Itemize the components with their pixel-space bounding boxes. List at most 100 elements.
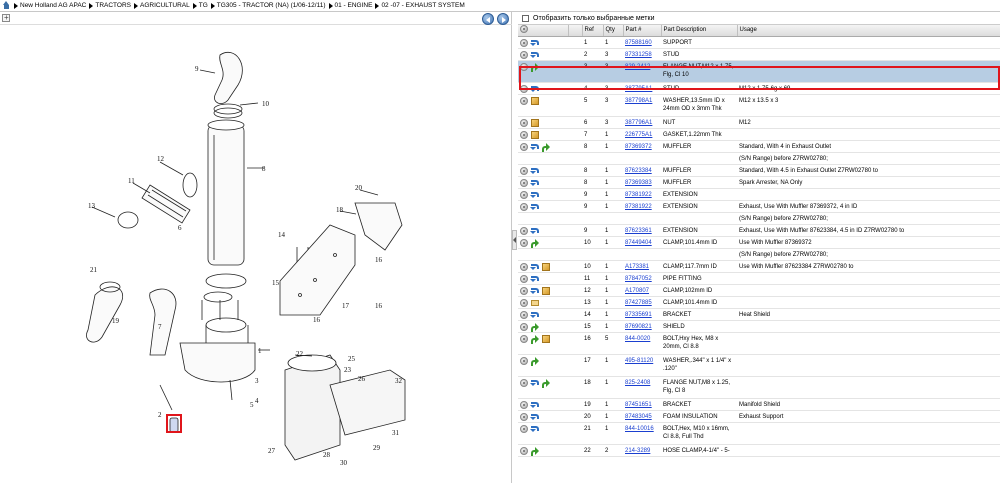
details-icon[interactable]: [520, 286, 528, 295]
zoom-in-icon[interactable]: [2, 13, 10, 22]
details-icon[interactable]: [520, 298, 528, 307]
details-icon[interactable]: [520, 96, 528, 105]
table-row[interactable]: 8 1 87369372 MUFFLER Standard, With 4 in Exh…: [518, 140, 1000, 153]
part-number-link[interactable]: 87381922: [625, 192, 652, 198]
pane-splitter[interactable]: [512, 230, 517, 250]
breadcrumb-item[interactable]: TG: [192, 2, 208, 9]
kit-box-icon[interactable]: [531, 96, 539, 105]
details-icon[interactable]: [520, 178, 528, 187]
row-part-number[interactable]: 87369383: [623, 176, 661, 189]
part-number-link[interactable]: 825-2408: [625, 380, 650, 386]
row-part-number[interactable]: [623, 212, 661, 225]
details-icon[interactable]: [520, 84, 528, 93]
row-part-number[interactable]: 226775A1: [623, 128, 661, 141]
row-part-number[interactable]: 387796A1: [623, 116, 661, 129]
next-page-button[interactable]: [497, 13, 509, 25]
table-row[interactable]: 7 1 226775A1 GASKET,1.22mm Thk: [518, 128, 1000, 141]
table-row[interactable]: 8 1 87623384 MUFFLER Standard, With 4.5 in E…: [518, 164, 1000, 177]
header-ref[interactable]: Ref: [582, 25, 604, 37]
details-icon[interactable]: [520, 238, 528, 247]
row-part-number[interactable]: 87623384: [623, 164, 661, 177]
kit-box-icon[interactable]: [542, 286, 550, 295]
part-number-link[interactable]: 844-10016: [625, 426, 654, 432]
row-part-number[interactable]: 87690821: [623, 320, 661, 333]
kit-box-icon[interactable]: [531, 130, 539, 139]
details-icon[interactable]: [520, 166, 528, 175]
table-row[interactable]: (S/N Range) before Z7RW02780;: [518, 212, 1000, 225]
note-envelope-icon[interactable]: [531, 300, 539, 306]
home-icon[interactable]: [2, 1, 11, 10]
details-icon[interactable]: [520, 262, 528, 271]
table-row[interactable]: 5 3 387798A1 WASHER,13.5mm ID x 24mm OD x 3…: [518, 94, 1000, 117]
details-icon[interactable]: [520, 38, 528, 47]
replaced-by-icon[interactable]: [530, 263, 539, 271]
part-number-link[interactable]: 844-0020: [625, 336, 650, 342]
part-number-link[interactable]: 87369372: [625, 144, 652, 150]
part-number-link[interactable]: 214-3289: [625, 448, 650, 454]
part-number-link[interactable]: 829-2412: [625, 64, 650, 70]
details-icon[interactable]: [520, 400, 528, 409]
details-icon[interactable]: [520, 412, 528, 421]
add-to-cart-icon[interactable]: [542, 378, 550, 388]
table-row[interactable]: 3 3 829-2412 FLANGE NUT,M12 x 1.75, Flg, Cl…: [518, 60, 1000, 83]
part-number-link[interactable]: 87623361: [625, 228, 652, 234]
replaced-by-icon[interactable]: [530, 425, 539, 433]
header-part[interactable]: Part #: [623, 25, 662, 37]
row-part-number[interactable]: 87847052: [623, 272, 661, 285]
breadcrumb-item[interactable]: New Holland AG APAC: [14, 2, 86, 9]
replaced-by-icon[interactable]: [530, 51, 539, 59]
replaced-by-icon[interactable]: [530, 413, 539, 421]
show-selected-only-checkbox[interactable]: [522, 14, 529, 22]
kit-box-icon[interactable]: [542, 334, 550, 343]
row-part-number[interactable]: 387798A1: [623, 94, 661, 117]
breadcrumb-item[interactable]: AGRICULTURAL: [134, 2, 190, 9]
replaced-by-icon[interactable]: [530, 203, 539, 211]
table-row[interactable]: 8 1 87369383 MUFFLER Spark Arrester, NA Only: [518, 176, 1000, 189]
add-to-cart-icon[interactable]: [531, 356, 539, 366]
details-icon[interactable]: [520, 446, 528, 455]
part-number-link[interactable]: 87847052: [625, 276, 652, 282]
table-row[interactable]: 18 1 825-2408 FLANGE NUT,M8 x 1.25, Flg, Cl…: [518, 376, 1000, 399]
breadcrumb-item[interactable]: 01 - ENGINE: [328, 2, 372, 9]
table-row[interactable]: 15 1 87690821 SHIELD: [518, 320, 1000, 333]
replaced-by-icon[interactable]: [530, 85, 539, 93]
part-number-link[interactable]: 387796A1: [625, 120, 652, 126]
part-number-link[interactable]: 87369383: [625, 180, 652, 186]
header-description[interactable]: Part Description: [661, 25, 738, 37]
add-to-cart-icon[interactable]: [542, 142, 550, 152]
details-icon[interactable]: [520, 356, 528, 365]
row-part-number[interactable]: 87623361: [623, 224, 661, 237]
table-row[interactable]: 12 1 A170807 CLAMP,102mm ID: [518, 284, 1000, 297]
row-part-number[interactable]: 214-3289: [623, 444, 661, 457]
details-icon[interactable]: [520, 274, 528, 283]
table-row[interactable]: 9 1 87623361 EXTENSION Exhaust, Use With Muf…: [518, 224, 1000, 237]
row-part-number[interactable]: [623, 152, 661, 165]
row-part-number[interactable]: 87451651: [623, 398, 661, 411]
part-number-link[interactable]: 87588160: [625, 40, 652, 46]
row-part-number[interactable]: 495-81120: [623, 354, 661, 377]
row-part-number[interactable]: 87369372: [623, 140, 661, 153]
part-number-link[interactable]: 87427885: [625, 300, 652, 306]
table-row[interactable]: (S/N Range) before Z7RW02780;: [518, 152, 1000, 165]
exhaust-diagram[interactable]: 9 10 12 11 13 8 20 18 6 14 21 15 16 16 1…: [0, 25, 512, 483]
replaced-by-icon[interactable]: [530, 287, 539, 295]
details-icon[interactable]: [520, 130, 528, 139]
details-icon[interactable]: [520, 378, 528, 387]
kit-box-icon[interactable]: [542, 262, 550, 271]
row-part-number[interactable]: 87449404: [623, 236, 661, 249]
add-to-cart-icon[interactable]: [531, 238, 539, 248]
header-qty[interactable]: Qty: [603, 25, 624, 37]
replaced-by-icon[interactable]: [530, 401, 539, 409]
row-part-number[interactable]: 87381922: [623, 200, 661, 213]
details-icon[interactable]: [520, 190, 528, 199]
details-icon[interactable]: [520, 424, 528, 433]
replaced-by-icon[interactable]: [530, 39, 539, 47]
details-icon[interactable]: [520, 50, 528, 59]
row-part-number[interactable]: 829-2412: [623, 60, 661, 83]
table-row[interactable]: 11 1 87847052 PIPE FITTING: [518, 272, 1000, 285]
table-row[interactable]: 10 1 A173381 CLAMP,117.7mm ID Use With Muffl…: [518, 260, 1000, 273]
details-icon[interactable]: [520, 62, 528, 71]
part-number-link[interactable]: 87335691: [625, 312, 652, 318]
replaced-by-icon[interactable]: [530, 167, 539, 175]
table-row[interactable]: 4 3 387795A1 STUD M12 x 1.75-6g x 69: [518, 82, 1000, 95]
